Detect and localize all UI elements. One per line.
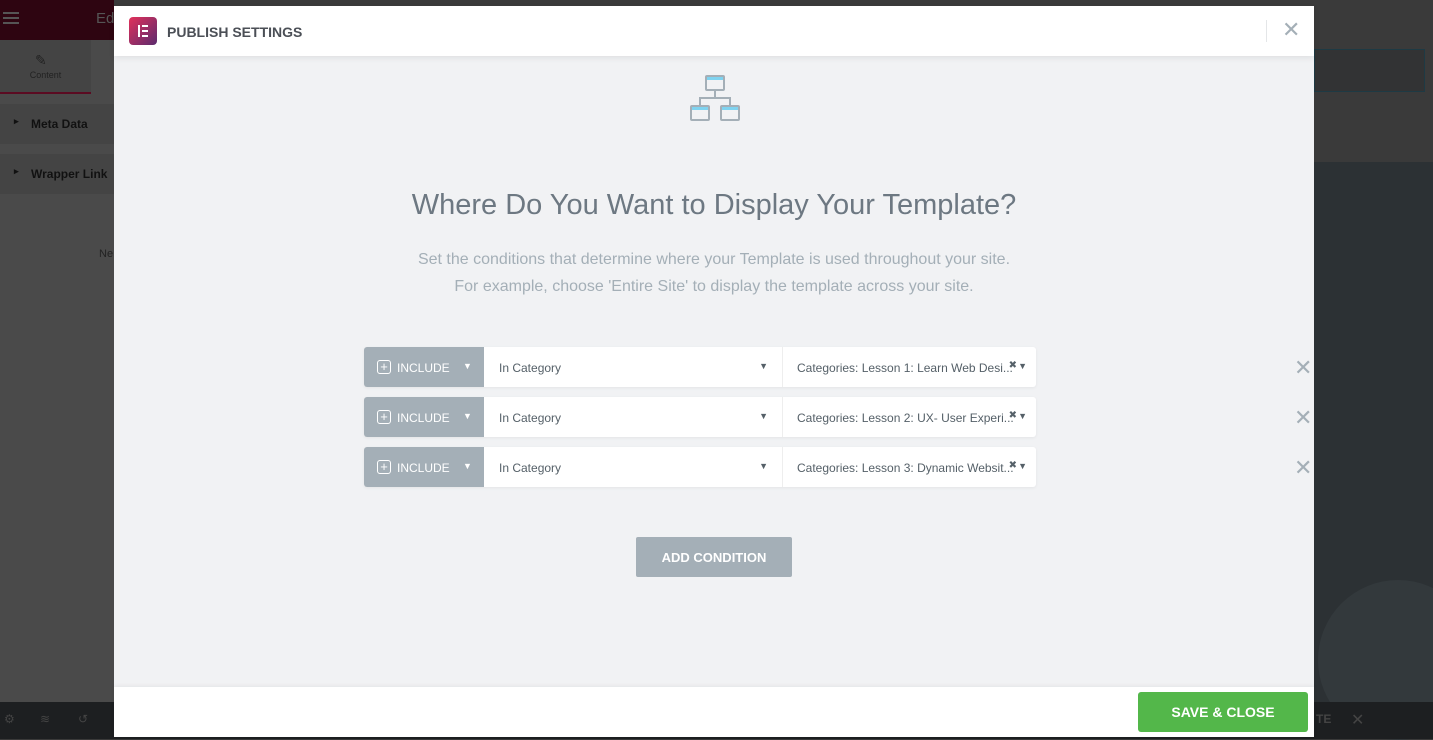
preview-element: [1314, 49, 1425, 92]
remove-condition-icon[interactable]: ✕: [1294, 355, 1312, 381]
include-select[interactable]: + INCLUDE ▼: [364, 447, 484, 487]
divider: [1266, 20, 1267, 42]
history-icon[interactable]: ↺: [78, 712, 88, 726]
include-select[interactable]: + INCLUDE ▼: [364, 397, 484, 437]
condition-row: + INCLUDE ▼ In Category ▼ Categories: Lesso…: [364, 397, 1312, 437]
value-text: Categories: Lesson 3: Dynamic Websit...: [797, 461, 1014, 475]
rule-value: In Category: [499, 411, 562, 425]
editor-title: Ed: [96, 10, 115, 27]
pencil-icon: ✎: [35, 52, 47, 68]
tab-content[interactable]: ✎ Content: [0, 40, 91, 94]
include-label: INCLUDE: [397, 411, 450, 425]
plus-icon: +: [377, 460, 391, 474]
include-label: INCLUDE: [397, 461, 450, 475]
section-wrapper-link[interactable]: Wrapper Link: [0, 154, 114, 194]
publish-settings-modal: PUBLISH SETTINGS ✕ Where Do You Want to …: [114, 6, 1314, 737]
caret-down-icon: ▼: [1018, 361, 1027, 371]
rule-select[interactable]: In Category ▼: [484, 447, 782, 487]
plus-icon: +: [377, 360, 391, 374]
clear-icon[interactable]: ✖: [1009, 460, 1017, 471]
save-close-button[interactable]: SAVE & CLOSE: [1138, 692, 1308, 732]
caret-down-icon: ▼: [759, 361, 768, 371]
condition-row: + INCLUDE ▼ In Category ▼ Categories: Lesso…: [364, 347, 1312, 387]
modal-header: PUBLISH SETTINGS ✕: [114, 6, 1314, 56]
sitemap-icon: [690, 75, 740, 121]
value-text: Categories: Lesson 1: Learn Web Desi...: [797, 361, 1013, 375]
include-label: INCLUDE: [397, 361, 450, 375]
caret-down-icon: ▼: [1018, 461, 1027, 471]
settings-icon[interactable]: ⚙: [4, 712, 15, 726]
caret-down-icon: ▼: [759, 461, 768, 471]
rule-select[interactable]: In Category ▼: [484, 347, 782, 387]
plus-icon: +: [377, 410, 391, 424]
modal-heading: Where Do You Want to Display Your Templa…: [411, 189, 1017, 221]
update-button-partial[interactable]: TE: [1316, 712, 1331, 726]
close-editor-icon[interactable]: ✕: [1351, 710, 1364, 730]
caret-down-icon: ▼: [463, 461, 472, 471]
condition-row: + INCLUDE ▼ In Category ▼ Categories: Lesso…: [364, 447, 1312, 487]
value-select[interactable]: Categories: Lesson 2: UX- User Experi...…: [782, 397, 1036, 437]
editor-panel: Ed ✎ Content Meta Data Wrapper Link Ne: [0, 0, 114, 739]
description-line: Set the conditions that determine where …: [417, 251, 1011, 268]
remove-condition-icon[interactable]: ✕: [1294, 405, 1312, 431]
editor-header: Ed: [0, 0, 114, 40]
menu-icon[interactable]: [3, 12, 19, 24]
clear-icon[interactable]: ✖: [1009, 410, 1017, 421]
tab-label: Content: [29, 70, 62, 80]
modal-footer: SAVE & CLOSE: [114, 687, 1314, 737]
include-select[interactable]: + INCLUDE ▼: [364, 347, 484, 387]
caret-down-icon: ▼: [463, 361, 472, 371]
rule-value: In Category: [499, 461, 562, 475]
add-condition-button[interactable]: ADD CONDITION: [636, 537, 792, 577]
section-meta-data[interactable]: Meta Data: [0, 104, 114, 144]
partial-text: Ne: [99, 248, 114, 260]
layers-icon[interactable]: ≋: [40, 712, 50, 726]
modal-title: PUBLISH SETTINGS: [167, 24, 303, 40]
caret-down-icon: ▼: [759, 411, 768, 421]
rule-select[interactable]: In Category ▼: [484, 397, 782, 437]
value-text: Categories: Lesson 2: UX- User Experi...: [797, 411, 1014, 425]
caret-down-icon: ▼: [1018, 411, 1027, 421]
close-icon[interactable]: ✕: [1282, 19, 1300, 41]
caret-down-icon: ▼: [463, 411, 472, 421]
description-line: For example, choose 'Entire Site' to dis…: [454, 278, 974, 295]
elementor-logo-icon: [129, 17, 157, 45]
rule-value: In Category: [499, 361, 562, 375]
remove-condition-icon[interactable]: ✕: [1294, 455, 1312, 481]
clear-icon[interactable]: ✖: [1009, 360, 1017, 371]
value-select[interactable]: Categories: Lesson 3: Dynamic Websit... ✖…: [782, 447, 1036, 487]
value-select[interactable]: Categories: Lesson 1: Learn Web Desi... ✖…: [782, 347, 1036, 387]
modal-description: Set the conditions that determine where …: [114, 246, 1314, 300]
